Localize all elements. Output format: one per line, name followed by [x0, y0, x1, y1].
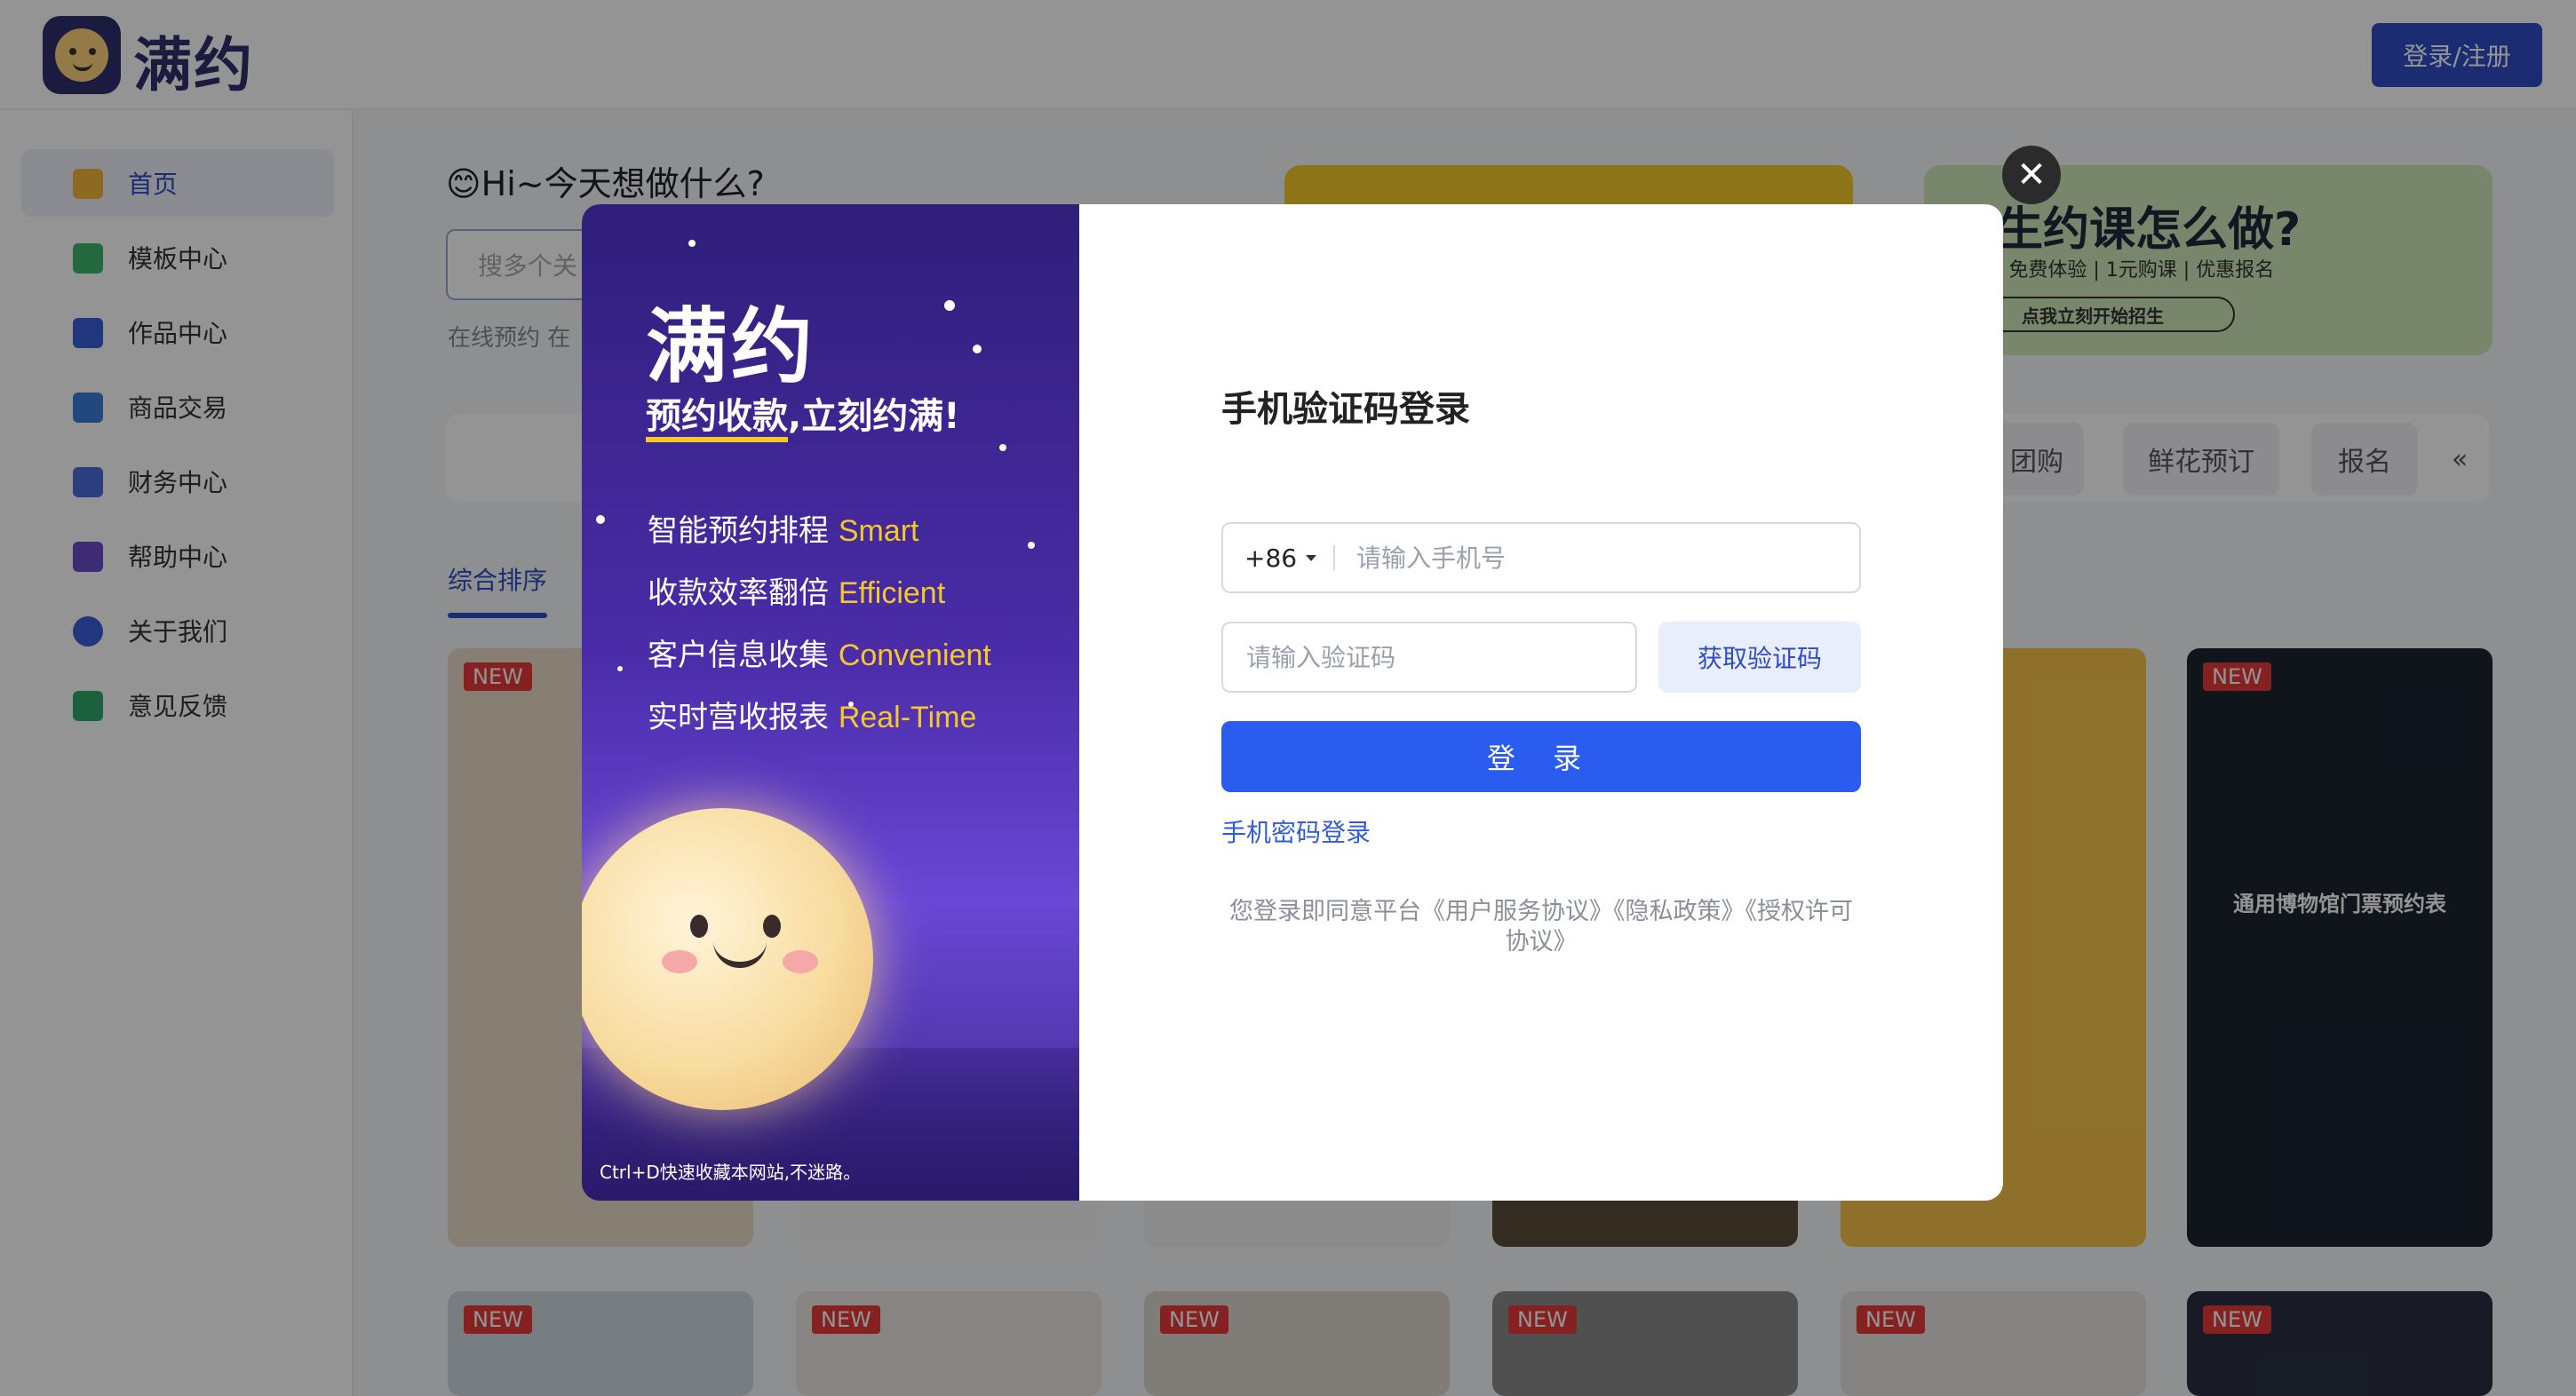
feature-line: 实时营收报表 Real-Time — [648, 700, 977, 735]
close-icon[interactable]: ✕ — [2002, 146, 2061, 204]
verification-code-input[interactable] — [1246, 642, 1619, 672]
login-modal: 满约 预约收款,立刻约满! 智能预约排程 Smart 收款效率翻倍 Effici… — [582, 204, 2003, 1201]
slogan-highlight: 预约收款 — [646, 396, 788, 442]
slogan-rest: ,立刻约满! — [788, 396, 960, 437]
verification-code-field — [1221, 622, 1637, 693]
feature-line: 客户信息收集 Convenient — [648, 638, 991, 673]
star-decoration — [596, 515, 605, 524]
login-form-title: 手机验证码登录 — [1221, 389, 1470, 430]
star-decoration — [617, 666, 623, 671]
phone-field: +86 — [1221, 522, 1861, 593]
feature-line: 智能预约排程 Smart — [648, 513, 919, 549]
caret-down-icon — [1306, 554, 1317, 561]
password-login-link[interactable]: 手机密码登录 — [1221, 813, 1371, 849]
star-decoration — [944, 300, 955, 311]
promo-brand: 满约 — [646, 299, 817, 394]
promo-slogan: 预约收款,立刻约满! — [646, 387, 960, 442]
moon-mascot-illustration — [582, 808, 873, 1110]
login-submit-button[interactable]: 登 录 — [1221, 721, 1861, 792]
agreement-text: 您登录即同意平台《用户服务协议》《隐私政策》《授权许可协议》 — [1229, 898, 1853, 956]
country-code-select[interactable]: +86 — [1223, 543, 1333, 573]
get-code-button[interactable]: 获取验证码 — [1658, 622, 1861, 693]
country-code-value: +86 — [1244, 543, 1298, 573]
star-decoration — [999, 444, 1006, 451]
bookmark-tip: Ctrl+D快速收藏本网站,不迷路。 — [600, 1162, 862, 1183]
phone-input[interactable] — [1356, 543, 1818, 573]
star-decoration — [973, 345, 982, 353]
star-decoration — [1028, 542, 1035, 549]
promo-panel: 满约 预约收款,立刻约满! 智能预约排程 Smart 收款效率翻倍 Effici… — [582, 204, 1079, 1201]
divider — [1333, 545, 1335, 570]
star-decoration — [688, 240, 696, 247]
feature-line: 收款效率翻倍 Efficient — [648, 575, 946, 611]
